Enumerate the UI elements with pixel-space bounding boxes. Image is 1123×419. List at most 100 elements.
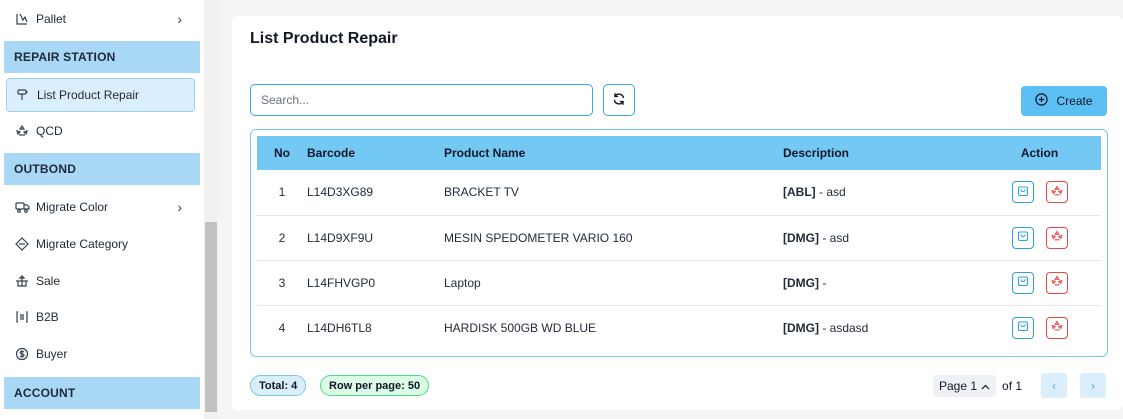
cell-description: [DMG] - [783,260,978,306]
dollar-circle-icon [14,346,30,362]
view-button[interactable] [1011,316,1034,339]
section-account: ACCOUNT [4,377,200,409]
cell-description: [ABL] - asd [783,170,978,216]
description-tag: [ABL] [783,185,816,200]
sidebar-item-label: Pallet [36,12,67,26]
cell-description: [DMG] - asdasd [783,305,978,350]
pagination: Page 1 of 1 [933,373,1022,398]
refresh-icon [612,92,626,109]
sidebar-item-pallet[interactable]: Pallet › [0,2,204,36]
chevron-right-icon: › [177,11,182,27]
sidebar-item-qcd[interactable]: QCD [0,113,204,149]
column-header-barcode: Barcode [307,146,356,160]
create-button[interactable]: Create [1021,86,1107,116]
column-header-action: Action [1020,146,1059,160]
page-of-label: of 1 [1002,378,1023,393]
recycle-button[interactable] [1045,181,1068,204]
sidebar-item-list-product-repair[interactable]: List Product Repair [6,78,195,112]
product-table-container: No Barcode Product Name Description Acti… [250,129,1108,357]
total-badge: Total: 4 [250,375,307,396]
bag-icon [1017,230,1029,245]
cell-product-name: MESIN SPEDOMETER VARIO 160 [444,215,783,261]
table-row: 1 L14D3XG89 BRACKET TV [ABL] - asd [257,170,1101,216]
refresh-button[interactable] [603,84,635,116]
description-text: - asdasd [819,320,869,335]
recycle-button[interactable] [1045,271,1068,294]
recycle-icon [1050,320,1063,335]
product-table: No Barcode Product Name Description Acti… [257,136,1101,350]
table-row: 3 L14FHVGP0 Laptop [DMG] - [257,260,1101,306]
truck-icon [14,199,30,215]
cell-action [978,305,1101,350]
page-select-value: Page 1 [939,378,978,393]
bag-icon [1017,275,1029,290]
bag-icon [1017,320,1029,335]
view-button[interactable] [1011,181,1034,204]
page-title: List Product Repair [250,30,398,47]
b2b-icon [14,309,30,325]
sidebar-item-migrate-color[interactable]: Migrate Color › [0,189,204,225]
category-icon [14,236,30,252]
sidebar-item-buyer[interactable]: Buyer [0,336,204,372]
cell-product-name: Laptop [444,260,783,306]
description-text: - [819,275,827,290]
recycle-icon [1050,230,1063,245]
section-outbond: OUTBOND [4,153,200,185]
description-tag: [DMG] [783,275,819,290]
description-tag: [DMG] [783,230,819,245]
description-text: - asd [819,230,850,245]
page-select[interactable]: Page 1 [933,374,997,397]
chevron-right-icon: › [1091,378,1095,393]
cell-action [978,215,1101,261]
sidebar-item-label: Sale [36,274,61,288]
cell-no: 2 [257,215,307,261]
section-repair-station: REPAIR STATION [4,41,200,73]
create-button-label: Create [1056,94,1093,108]
cell-product-name: HARDISK 500GB WD BLUE [444,320,597,335]
cell-action [978,170,1101,216]
view-button[interactable] [1011,226,1034,249]
next-page-button[interactable]: › [1080,373,1106,398]
recycle-icon [1050,275,1063,290]
cell-action [978,260,1101,306]
table-header-row: No Barcode Product Name Description Acti… [257,136,1101,170]
cell-barcode: L14D9XF9U [307,215,444,261]
column-header-no: No [274,146,290,160]
view-button[interactable] [1011,271,1034,294]
description-tag: [DMG] [783,320,819,335]
column-header-product-name: Product Name [444,146,526,160]
sidebar-item-label: B2B [36,310,59,324]
sidebar-item-b2b[interactable]: B2B [0,299,204,335]
sidebar-item-label: QCD [36,124,63,138]
table-row: 4 L14DH6TL8 HARDISK 500GB WD BLUE [DMG] … [257,305,1101,350]
main-card: List Product Repair Create No Barcode Pr… [232,16,1123,410]
chevron-right-icon: › [177,199,182,215]
chevron-left-icon: ‹ [1052,378,1056,393]
sidebar-item-label: List Product Repair [37,88,140,102]
rows-per-page-badge: Row per page: 50 [320,375,430,396]
cell-no: 3 [257,260,307,306]
sidebar-item-label: Migrate Color [36,200,109,214]
cell-barcode: L14FHVGP0 [307,260,444,306]
description-text: - asd [815,185,846,200]
sidebar-scrollbar-thumb[interactable] [205,222,217,412]
bag-icon [1017,185,1029,200]
search-input[interactable] [250,84,593,116]
pallet-icon [14,11,30,27]
cell-barcode: L14D3XG89 [307,170,444,216]
cell-no: 4 [278,320,286,335]
sidebar-item-sale[interactable]: Sale [0,263,204,299]
cell-description: [DMG] - asd [783,215,978,261]
plus-circle-icon [1035,93,1049,109]
table-row: 2 L14D9XF9U MESIN SPEDOMETER VARIO 160 [… [257,215,1101,261]
cell-barcode: L14DH6TL8 [307,320,372,335]
recycle-button[interactable] [1045,316,1068,339]
sidebar-item-migrate-category[interactable]: Migrate Category [0,226,204,262]
sidebar-item-label: Migrate Category [36,237,129,251]
prev-page-button[interactable]: ‹ [1041,373,1067,398]
recycle-button[interactable] [1045,226,1068,249]
chevron-up-icon [981,379,990,393]
cell-no: 1 [257,170,307,216]
sidebar-item-label: Buyer [36,347,68,361]
recycle-icon [14,123,30,139]
